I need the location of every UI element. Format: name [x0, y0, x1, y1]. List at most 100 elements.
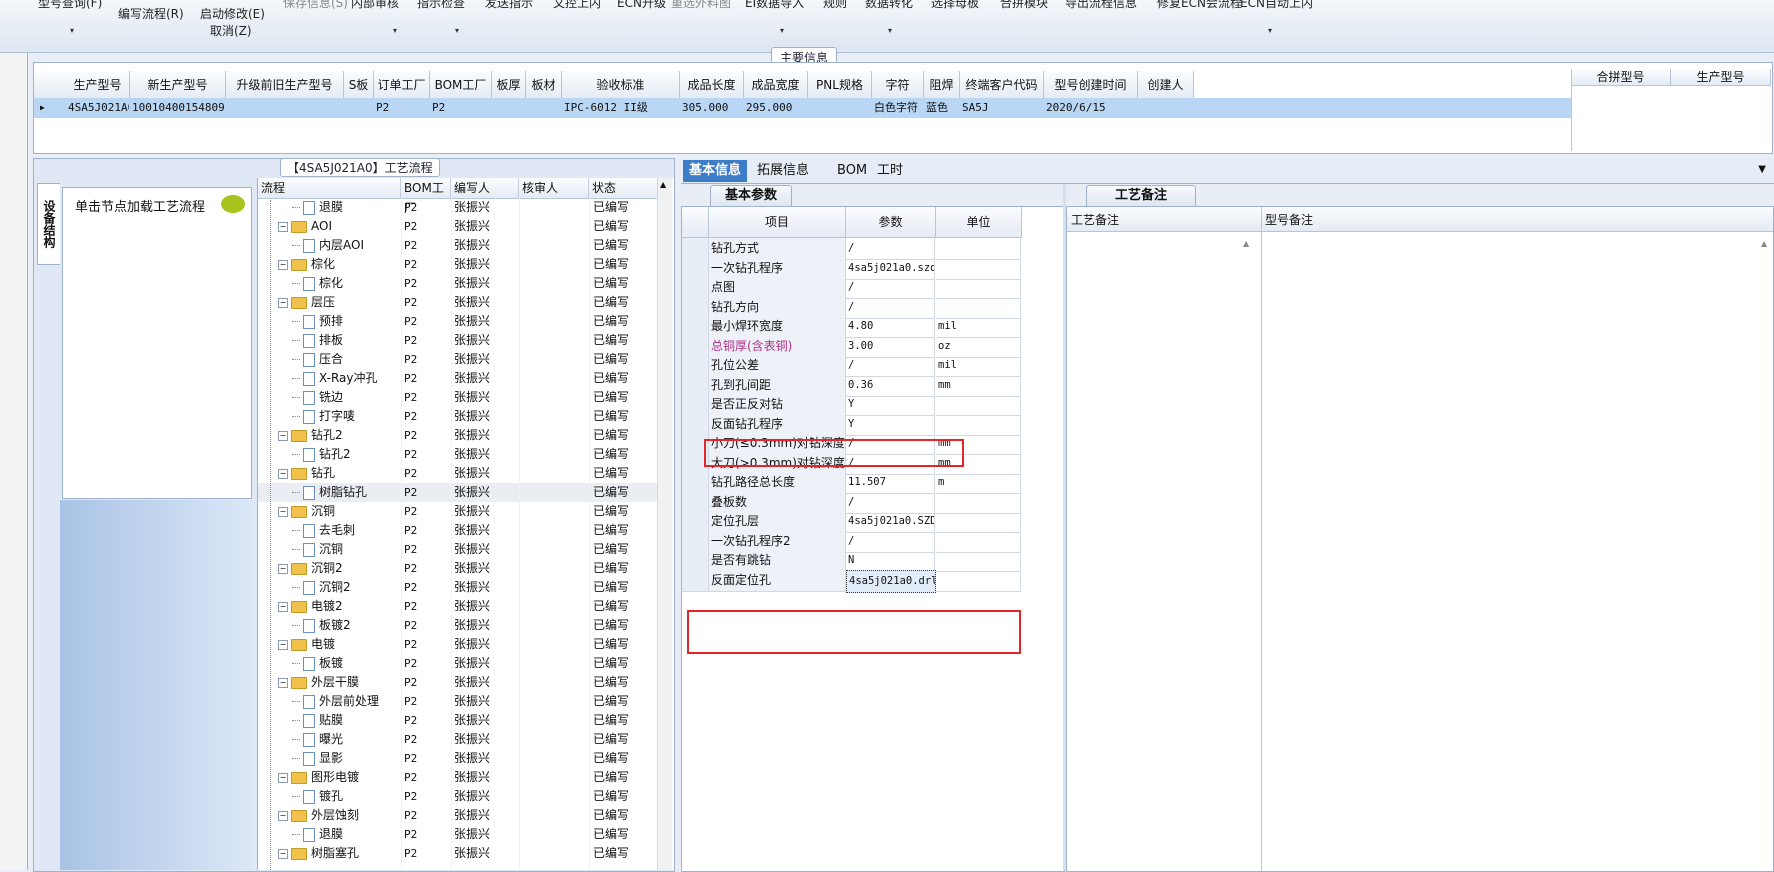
- flow-col-header[interactable]: 状态: [589, 178, 661, 199]
- main-cell[interactable]: 蓝色: [924, 98, 959, 118]
- main-col-header[interactable]: 验收标准: [562, 71, 680, 100]
- flow-scrollbar[interactable]: ▲: [657, 178, 672, 870]
- param-value[interactable]: 4sa5j021a0.drl: [846, 569, 936, 593]
- flow-row[interactable]: 打字唛 P2 张振兴 已编写: [258, 407, 658, 426]
- flow-col-header[interactable]: 流程: [258, 178, 401, 199]
- dropdown-caret-icon[interactable]: ▾: [780, 26, 784, 35]
- tab-0[interactable]: 基本信息: [683, 160, 748, 182]
- toolbar-button-14[interactable]: 选择母板: [931, 0, 979, 11]
- toolbar-button-0[interactable]: 型号查询(F): [38, 0, 102, 11]
- main-cell[interactable]: 305.000: [680, 98, 743, 118]
- main-cell[interactable]: [526, 98, 561, 118]
- main-cell[interactable]: [344, 98, 373, 118]
- param-row[interactable]: 反面定位孔 4sa5j021a0.drl: [682, 569, 1058, 593]
- flow-row[interactable]: 内层AOI P2 张振兴 已编写: [258, 236, 658, 255]
- scroll-up-icon[interactable]: ▲: [660, 180, 666, 189]
- tab-1[interactable]: 拓展信息: [751, 160, 815, 182]
- flow-row[interactable]: 排板 P2 张振兴 已编写: [258, 331, 658, 350]
- flow-row[interactable]: − 电镀 P2 张振兴 已编写: [258, 635, 658, 654]
- process-note-scroll-icon[interactable]: ▲: [1243, 239, 1249, 248]
- main-col-header[interactable]: 型号创建时间: [1044, 71, 1138, 100]
- flow-row[interactable]: 板镀 P2 张振兴 已编写: [258, 654, 658, 673]
- main-col-header[interactable]: 板厚: [492, 71, 526, 100]
- main-cell[interactable]: [492, 98, 525, 118]
- toolbar-button-4[interactable]: 保存信息(S): [283, 0, 348, 11]
- dropdown-caret-icon[interactable]: ▾: [1268, 26, 1272, 35]
- main-cell[interactable]: 2020/6/15: [1044, 98, 1137, 118]
- flow-row[interactable]: 外层前处理 P2 张振兴 已编写: [258, 692, 658, 711]
- flow-row[interactable]: 退膜 P2 张振兴 已编写: [258, 825, 658, 844]
- collapse-icon[interactable]: −: [278, 810, 288, 821]
- main-cell[interactable]: SA5J: [960, 98, 1043, 118]
- flow-row[interactable]: − 树脂塞孔 P2 张振兴 已编写: [258, 844, 658, 863]
- flow-row[interactable]: 曝光 P2 张振兴 已编写: [258, 730, 658, 749]
- tab-2[interactable]: BOM: [831, 160, 873, 182]
- main-cell[interactable]: 295.000: [744, 98, 807, 118]
- collapse-icon[interactable]: −: [278, 639, 288, 650]
- collapse-icon[interactable]: −: [278, 259, 288, 270]
- flow-row[interactable]: − 电镀2 P2 张振兴 已编写: [258, 597, 658, 616]
- main-cell[interactable]: P2: [430, 98, 491, 118]
- merge-col-header[interactable]: 合拼型号: [1571, 69, 1671, 86]
- subtab-process-notes[interactable]: 工艺备注: [1086, 185, 1197, 206]
- toolbar-button-11[interactable]: EI数据导入: [745, 0, 804, 11]
- toolbar-button-9[interactable]: ECN升级: [617, 0, 666, 11]
- merge-col-header[interactable]: 生产型号: [1671, 69, 1771, 86]
- flow-col-header[interactable]: 编写人: [451, 178, 519, 199]
- toolbar-button-2[interactable]: 启动修改(E): [200, 5, 265, 22]
- dropdown-caret-icon[interactable]: ▾: [455, 26, 459, 35]
- toolbar-button-7[interactable]: 发送指示: [485, 0, 533, 11]
- collapse-icon[interactable]: −: [278, 772, 288, 783]
- main-col-header[interactable]: 阻焊: [924, 71, 960, 100]
- flow-row[interactable]: 铣边 P2 张振兴 已编写: [258, 388, 658, 407]
- main-cell[interactable]: [808, 98, 871, 118]
- collapse-icon[interactable]: −: [278, 563, 288, 574]
- flow-row[interactable]: − 外层干膜 P2 张振兴 已编写: [258, 673, 658, 692]
- main-cell[interactable]: [226, 98, 343, 118]
- main-col-header[interactable]: 创建人: [1138, 71, 1194, 100]
- flow-row[interactable]: X-Ray冲孔 P2 张振兴 已编写: [258, 369, 658, 388]
- flow-row[interactable]: − 沉铜 P2 张振兴 已编写: [258, 502, 658, 521]
- main-col-header[interactable]: PNL规格: [808, 71, 872, 100]
- flow-row[interactable]: 预排 P2 张振兴 已编写: [258, 312, 658, 331]
- flow-row[interactable]: 显影 P2 张振兴 已编写: [258, 749, 658, 768]
- toolbar-button-16[interactable]: 导出流程信息: [1065, 0, 1137, 11]
- flow-row[interactable]: 贴膜 P2 张振兴 已编写: [258, 711, 658, 730]
- toolbar-button-1[interactable]: 编写流程(R): [118, 5, 184, 22]
- collapse-icon[interactable]: −: [278, 468, 288, 479]
- collapse-icon[interactable]: −: [278, 601, 288, 612]
- flow-col-header[interactable]: 核审人: [519, 178, 589, 199]
- toolbar-button-6[interactable]: 指示检查: [417, 0, 465, 11]
- main-cell[interactable]: 白色字符: [872, 98, 923, 118]
- flow-row[interactable]: 沉铜 P2 张振兴 已编写: [258, 540, 658, 559]
- flow-row[interactable]: − 棕化 P2 张振兴 已编写: [258, 255, 658, 274]
- flow-col-header[interactable]: BOM工厂: [401, 178, 451, 215]
- tab-dropdown-icon[interactable]: ▼: [1758, 164, 1766, 175]
- main-col-header[interactable]: 终端客户代码: [960, 71, 1044, 100]
- collapse-icon[interactable]: −: [278, 506, 288, 517]
- dropdown-caret-icon[interactable]: ▾: [393, 26, 397, 35]
- toolbar-button-15[interactable]: 合拼模块: [1000, 0, 1048, 11]
- main-col-header[interactable]: 成品长度: [680, 71, 744, 100]
- toolbar-button-18[interactable]: ECN自动上内: [1240, 0, 1313, 11]
- collapse-icon[interactable]: −: [278, 221, 288, 232]
- collapse-icon[interactable]: −: [278, 848, 288, 859]
- main-col-header[interactable]: 字符: [872, 71, 924, 100]
- main-col-header[interactable]: 订单工厂: [374, 71, 430, 100]
- collapse-icon[interactable]: −: [278, 677, 288, 688]
- tab-3[interactable]: 工时: [871, 160, 909, 182]
- main-col-header[interactable]: 升级前旧生产型号: [226, 71, 344, 100]
- main-col-header[interactable]: S板: [344, 71, 374, 100]
- main-cell[interactable]: [1138, 98, 1193, 118]
- flow-row[interactable]: − 外层蚀刻 P2 张振兴 已编写: [258, 806, 658, 825]
- flow-row[interactable]: − 钻孔2 P2 张振兴 已编写: [258, 426, 658, 445]
- flow-row[interactable]: − 层压 P2 张振兴 已编写: [258, 293, 658, 312]
- main-cell[interactable]: 10010400154809: [130, 98, 225, 118]
- flow-row[interactable]: − 沉铜2 P2 张振兴 已编写: [258, 559, 658, 578]
- flow-row[interactable]: 棕化 P2 张振兴 已编写: [258, 274, 658, 293]
- flow-row[interactable]: 压合 P2 张振兴 已编写: [258, 350, 658, 369]
- flow-row[interactable]: 树脂钻孔 P2 张振兴 已编写: [258, 483, 658, 502]
- main-col-header[interactable]: BOM工厂: [430, 71, 492, 100]
- subtab-basic-params[interactable]: 基本参数: [710, 185, 793, 206]
- main-col-header[interactable]: 板材: [526, 71, 562, 100]
